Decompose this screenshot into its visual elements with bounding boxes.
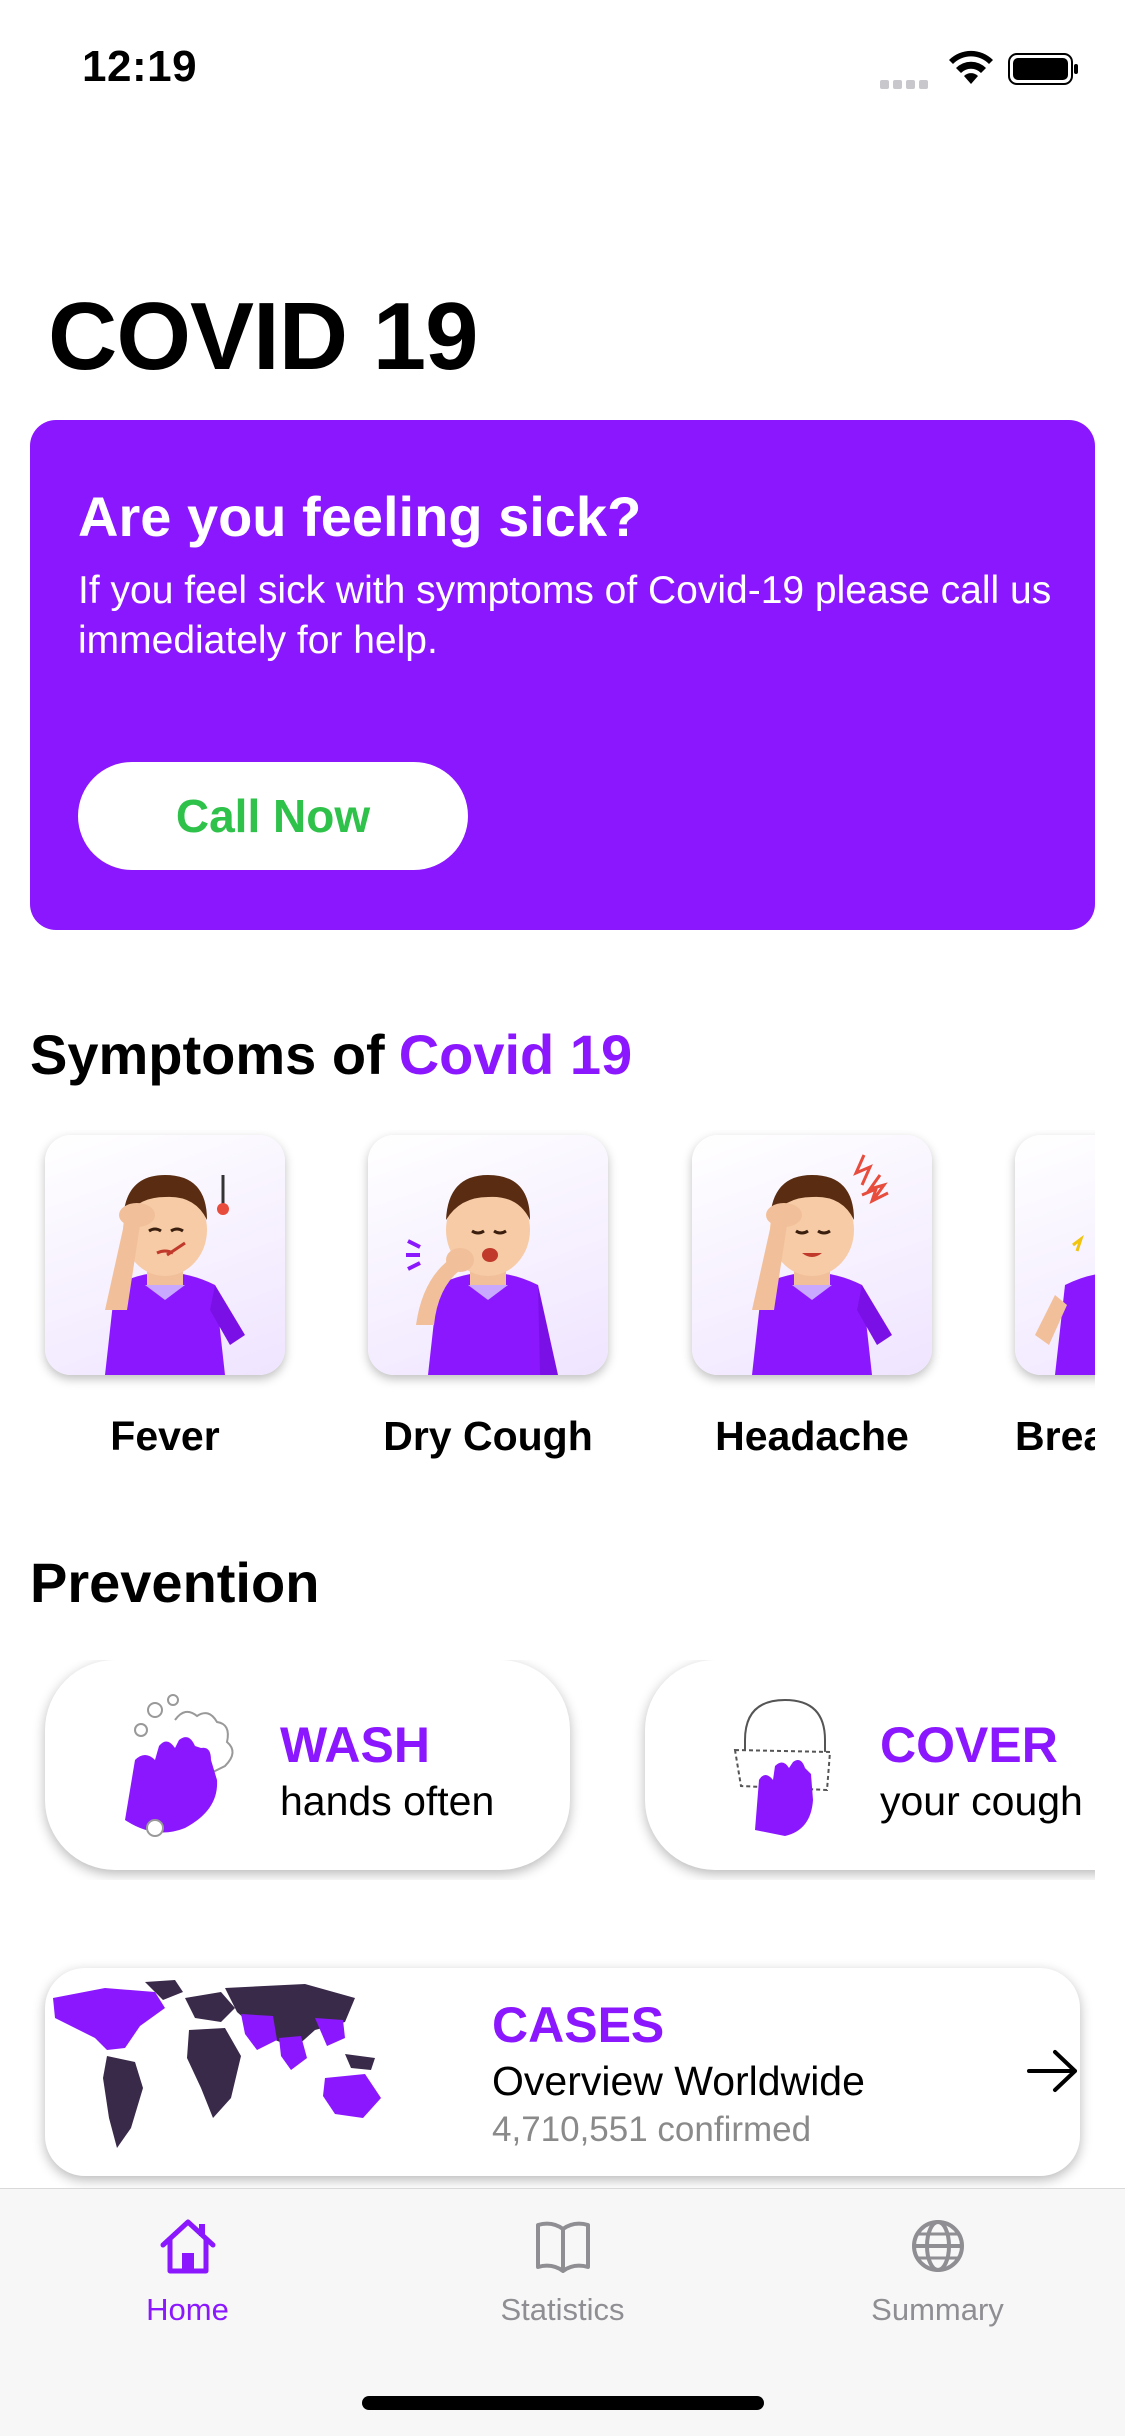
tab-label: Summary [871, 2292, 1004, 2327]
hand-wash-icon [125, 1694, 234, 1837]
call-now-button[interactable]: Call Now [78, 762, 468, 870]
home-indicator[interactable] [362, 2396, 764, 2410]
prevention-card-cover[interactable]: COVER your cough [645, 1660, 1095, 1870]
cases-overview-card[interactable]: CASES Overview Worldwide 4,710,551 confi… [45, 1968, 1080, 2176]
symptom-label: Headache [715, 1413, 909, 1459]
prevention-heading: COVER [880, 1717, 1058, 1773]
breathing-icon [1015, 1135, 1095, 1375]
wifi-icon [949, 50, 993, 84]
arrow-right-icon[interactable] [1027, 2048, 1079, 2094]
symptom-label: Fever [110, 1413, 220, 1459]
cases-heading: CASES [492, 1997, 665, 2053]
headache-icon [692, 1135, 932, 1375]
symptoms-title-accent: Covid 19 [398, 1023, 633, 1086]
symptoms-section-title: Symptoms of Covid 19 [30, 1022, 632, 1087]
battery-icon [1008, 53, 1078, 85]
book-icon [536, 2221, 590, 2273]
tab-label: Home [146, 2292, 229, 2327]
cases-subtext: Overview Worldwide [492, 2058, 865, 2104]
symptom-label: Breathlessness [1015, 1413, 1095, 1459]
globe-icon [912, 2220, 964, 2272]
prevention-subtext: your cough [880, 1778, 1083, 1824]
symptoms-carousel[interactable]: Fever Dry Cough Headache Brea [0, 1130, 1095, 1470]
world-map-icon [53, 1980, 381, 2148]
symptom-item-fever[interactable]: Fever [45, 1135, 285, 1459]
prevention-carousel[interactable]: WASH hands often COVER your cough [0, 1660, 1095, 1880]
cellular-signal-icon [880, 76, 932, 94]
symptom-item-headache[interactable]: Headache [692, 1135, 932, 1459]
tab-statistics[interactable]: Statistics [375, 2189, 750, 2329]
tab-summary[interactable]: Summary [750, 2189, 1125, 2329]
fever-icon [45, 1135, 285, 1375]
prevention-subtext: hands often [280, 1778, 495, 1824]
cases-confirmed-count: 4,710,551 confirmed [492, 2110, 812, 2149]
prevention-section-title: Prevention [30, 1551, 320, 1614]
prevention-heading: WASH [280, 1717, 430, 1773]
home-icon [160, 2219, 216, 2274]
sick-banner-title: Are you feeling sick? [78, 485, 642, 548]
symptom-item-dry-cough[interactable]: Dry Cough [368, 1135, 608, 1459]
cover-cough-icon [733, 1698, 832, 1836]
status-bar: 12:19 [0, 0, 1125, 132]
symptoms-title-text: Symptoms of [30, 1023, 385, 1086]
sick-banner-text: If you feel sick with symptoms of Covid-… [78, 569, 1052, 662]
symptom-item-breathing[interactable]: Breathlessness [1015, 1135, 1095, 1459]
prevention-card-wash[interactable]: WASH hands often [45, 1660, 570, 1870]
tab-label: Statistics [500, 2292, 625, 2327]
dry-cough-icon [368, 1135, 608, 1375]
page-title: COVID 19 [48, 283, 478, 390]
tab-home[interactable]: Home [0, 2189, 375, 2329]
sick-banner: Are you feeling sick? If you feel sick w… [30, 420, 1095, 930]
status-time: 12:19 [82, 42, 198, 91]
symptom-label: Dry Cough [383, 1413, 593, 1459]
